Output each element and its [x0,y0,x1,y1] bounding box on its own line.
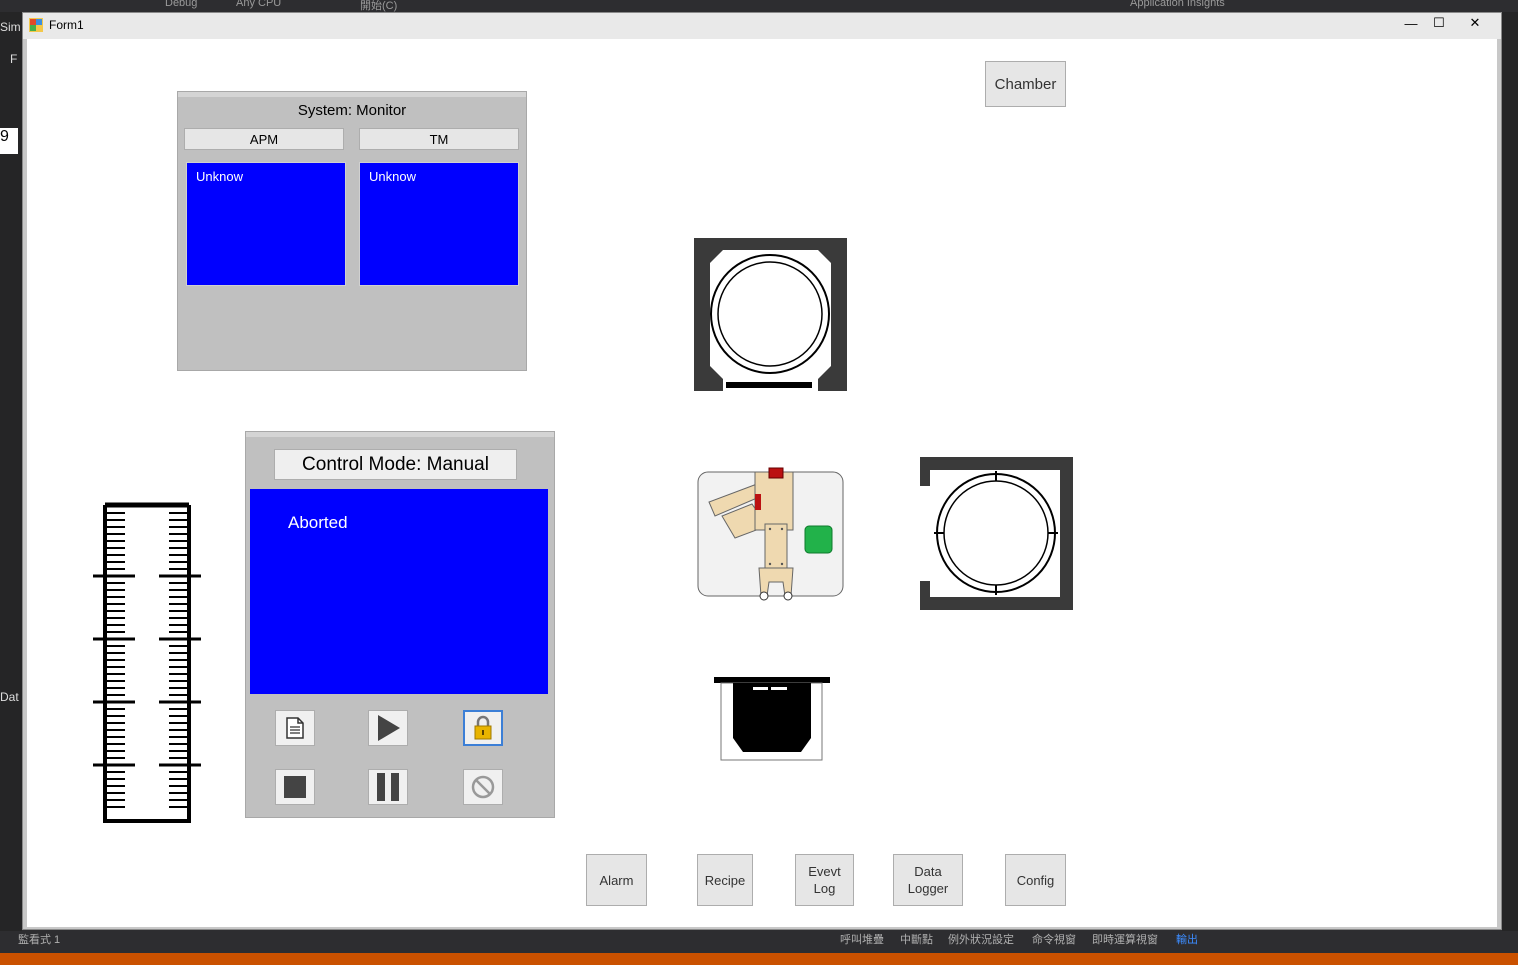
ide-fragment: F [10,52,18,66]
ide-status-item[interactable]: 命令視窗 [1032,931,1076,947]
alarm-button[interactable]: Alarm [586,854,647,906]
apm-status-text: Unknow [196,169,243,184]
stop-icon [284,776,306,798]
ide-bottom-accent [0,953,1518,965]
recipe-doc-button[interactable] [275,710,315,746]
ide-fragment: Sim [0,20,21,34]
control-panel: Control Mode: Manual Aborted [245,431,555,818]
ide-status-item[interactable]: 即時運算視窗 [1092,931,1158,947]
apm-status-box: Unknow [186,162,346,286]
robot-arm-icon[interactable] [697,464,845,609]
cassette-icon[interactable] [93,497,203,827]
ide-status-item[interactable]: 呼叫堆疊 [840,931,884,947]
ide-fragment-box: 9 [0,128,18,154]
pause-icon [377,773,399,801]
ide-status-item[interactable]: 監看式 1 [18,931,60,947]
event-log-button[interactable]: Evevt Log [795,854,854,906]
cancel-icon [471,775,495,799]
system-monitor-title: System: Monitor [297,102,407,119]
control-mode-button[interactable]: Control Mode: Manual [274,449,517,480]
play-icon [378,715,400,741]
ide-toolbar: Debug Any CPU 開始(C) Application Insights [0,0,1518,12]
tm-status-box: Unknow [359,162,519,286]
lock-icon [474,715,492,740]
app-icon [29,18,43,32]
ide-right-pane [1502,12,1518,942]
ide-status-item[interactable]: 輸出 [1176,931,1198,947]
ide-left-pane: Sim F 9 Dat [0,12,22,942]
apm-button[interactable]: APM [184,128,344,150]
document-icon [286,717,304,739]
chamber-right-icon[interactable] [920,457,1073,610]
ide-status-item[interactable]: 中斷點 [900,931,933,947]
control-status-box: Aborted [250,489,548,694]
pause-button[interactable] [368,769,408,805]
ide-status-item[interactable]: 例外狀況設定 [948,931,1014,947]
config-button[interactable]: Config [1005,854,1066,906]
abort-button[interactable] [463,769,503,805]
maximize-button[interactable]: ☐ [1423,13,1455,33]
tm-status-text: Unknow [369,169,416,184]
ide-status-bar: 監看式 1 呼叫堆疊 中斷點 例外狀況設定 命令視窗 即時運算視窗 輸出 [0,931,1518,953]
close-button[interactable]: ✕ [1459,13,1491,33]
ide-insights-button[interactable]: Application Insights [1130,0,1225,9]
chamber-button[interactable]: Chamber [985,61,1066,107]
chamber-top-icon[interactable] [694,238,847,391]
play-button[interactable] [368,710,408,746]
ide-fragment: Dat [0,690,19,704]
ide-platform-select[interactable]: Any CPU [236,0,281,9]
ide-start-button[interactable]: 開始(C) [360,0,397,12]
form-client-area: System: Monitor APM TM Unknow Unknow Cha… [27,39,1497,927]
load-port-icon[interactable] [713,674,831,762]
system-monitor-panel: System: Monitor APM TM Unknow Unknow [177,91,527,371]
data-logger-button[interactable]: Data Logger [893,854,963,906]
form-window: Form1 — ☐ ✕ System: Monitor APM TM Unkno… [22,12,1502,930]
ide-config-select[interactable]: Debug [165,0,197,9]
title-bar[interactable]: Form1 — ☐ ✕ [23,13,1501,39]
stop-button[interactable] [275,769,315,805]
window-title: Form1 [49,18,84,32]
recipe-button[interactable]: Recipe [697,854,753,906]
control-status-text: Aborted [288,513,348,532]
lock-button[interactable] [463,710,503,746]
tm-button[interactable]: TM [359,128,519,150]
